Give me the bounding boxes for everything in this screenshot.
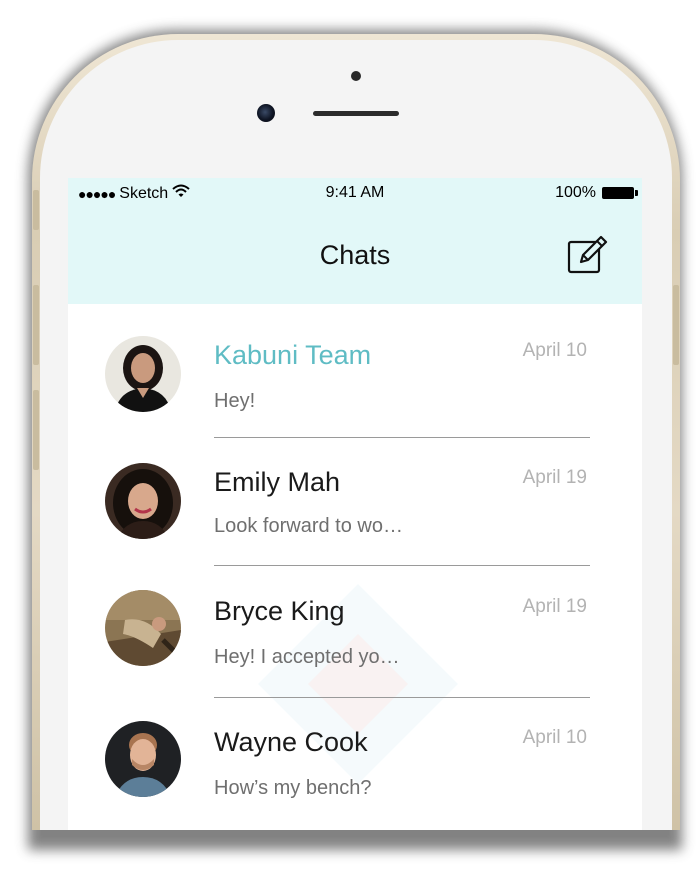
status-bar: ●●●●● Sketch 9:41 AM 100% [68,178,642,210]
chat-row-wayne-cook[interactable]: Wayne Cook How’s my bench? April 10 [68,697,642,825]
contact-name: Kabuni Team [214,340,372,370]
volume-up-button [33,285,39,365]
message-date: April 10 [522,727,587,748]
volume-down-button [33,390,39,470]
navigation-bar: Chats [68,210,642,304]
contact-name: Emily Mah [214,467,341,497]
proximity-sensor [351,71,361,81]
chat-list: Kabuni Team Hey! April 10 Emily Mah Look… [68,304,642,830]
battery-percentage: 100% [555,184,596,201]
message-date: April 19 [522,467,587,488]
mute-switch [33,190,39,230]
phone-screen: ●●●●● Sketch 9:41 AM 100% Chats Kabuni T… [68,178,642,830]
message-preview: How’s my bench? [214,777,372,799]
chat-row-bryce-king[interactable]: Bryce King Hey! I accepted yo… April 19 [68,564,642,698]
chat-row-emily-mah[interactable]: Emily Mah Look forward to wo… April 19 [68,432,642,566]
earpiece-speaker [313,111,399,116]
avatar [105,336,181,412]
status-right: 100% [555,184,638,202]
compose-button[interactable] [563,232,611,280]
contact-name: Bryce King [214,596,345,626]
message-preview: Hey! I accepted yo… [214,646,400,668]
message-preview: Look forward to wo… [214,515,403,537]
front-camera-icon [257,104,275,122]
message-date: April 19 [522,596,587,617]
avatar [105,721,181,797]
chat-row-kabuni-team[interactable]: Kabuni Team Hey! April 10 [68,304,642,438]
power-button [673,285,679,365]
battery-icon [602,187,638,199]
contact-name: Wayne Cook [214,727,368,757]
avatar [105,463,181,539]
avatar [105,590,181,666]
message-preview: Hey! [214,390,256,412]
compose-icon [567,235,608,274]
page-title: Chats [319,240,391,270]
message-date: April 10 [522,340,587,361]
